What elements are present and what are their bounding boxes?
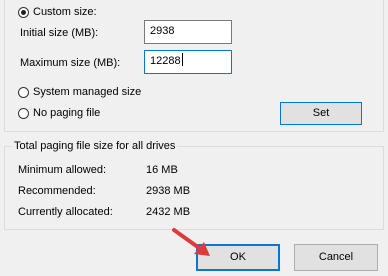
system-managed-label: System managed size	[33, 86, 142, 98]
no-paging-label: No paging file	[33, 107, 101, 119]
no-paging-radio[interactable]	[18, 108, 29, 119]
minimum-allowed-value: 16 MB	[146, 164, 178, 176]
cancel-button-label: Cancel	[318, 251, 354, 263]
recommended-label: Recommended:	[18, 185, 96, 197]
custom-size-label: Custom size:	[33, 6, 97, 18]
set-button-label: Set	[312, 107, 330, 119]
annotation-arrow-icon	[172, 228, 210, 256]
cancel-button[interactable]: Cancel	[294, 244, 378, 271]
maximum-size-value: 12288	[150, 55, 181, 67]
set-button[interactable]: Set	[280, 102, 362, 125]
ok-button-label: OK	[230, 251, 246, 263]
currently-allocated-value: 2432 MB	[146, 206, 191, 218]
maximum-size-label: Maximum size (MB):	[20, 57, 121, 69]
text-caret	[181, 53, 183, 66]
initial-size-field[interactable]: 2938	[144, 20, 232, 44]
radio-selected-dot	[21, 10, 26, 15]
initial-size-label: Initial size (MB):	[20, 27, 99, 39]
total-paging-title: Total paging file size for all drives	[12, 140, 178, 152]
minimum-allowed-label: Minimum allowed:	[18, 164, 107, 176]
custom-size-radio[interactable]	[18, 7, 29, 18]
currently-allocated-label: Currently allocated:	[18, 206, 113, 218]
initial-size-value: 2938	[150, 25, 175, 37]
recommended-value: 2938 MB	[146, 185, 191, 197]
maximum-size-field[interactable]: 12288	[144, 50, 232, 74]
system-managed-radio[interactable]	[18, 87, 29, 98]
